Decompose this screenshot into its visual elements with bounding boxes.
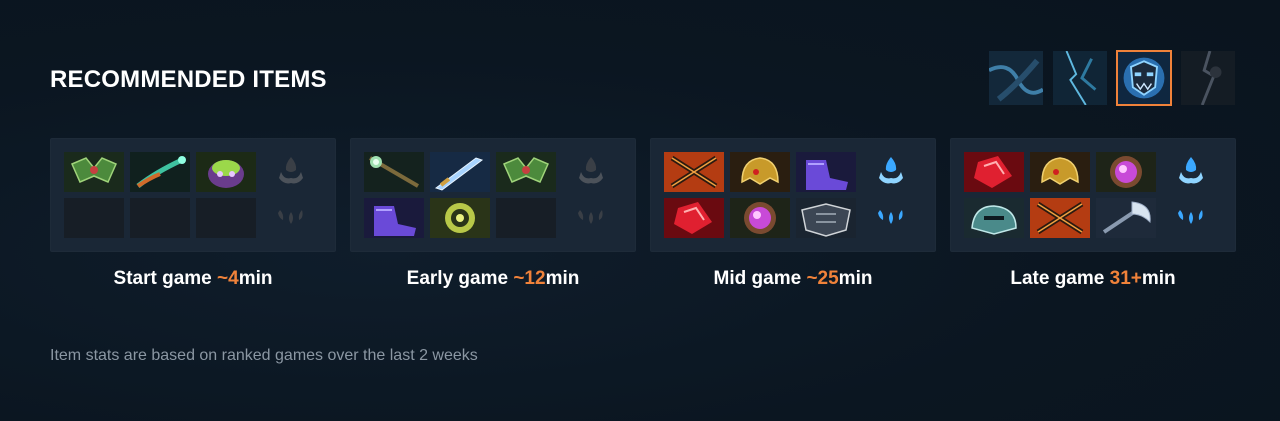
empty-item-slot: [64, 198, 124, 238]
glowing-wand-item[interactable]: [130, 152, 190, 192]
purple-mask-item[interactable]: [196, 152, 256, 192]
gold-helm-item[interactable]: [1030, 152, 1090, 192]
neutral-item-icon: [579, 157, 603, 184]
yellow-orb-item[interactable]: [430, 198, 490, 238]
item-grid: [64, 152, 256, 238]
hero-tab-2[interactable]: [1052, 50, 1108, 106]
green-helm-item[interactable]: [496, 152, 556, 192]
hero-tab-4[interactable]: [1180, 50, 1236, 106]
stage-early: Early game ~12min: [350, 138, 636, 290]
footnote: Item stats are based on ranked games ove…: [50, 347, 478, 364]
stage-label: Early game ~12min: [406, 268, 580, 289]
item-box: [950, 138, 1236, 252]
crossed-blades-item[interactable]: [664, 152, 724, 192]
red-gem-item[interactable]: [664, 198, 724, 238]
neutral-token-icon: [578, 210, 603, 224]
item-grid: [664, 152, 856, 238]
stage-panels: Start game ~4min Early game ~12min Mid g…: [50, 138, 1236, 290]
blue-sword-item[interactable]: [430, 152, 490, 192]
hero-tabs: [988, 50, 1236, 106]
pink-orb-item[interactable]: [1096, 152, 1156, 192]
neutral-token-icon: [278, 210, 303, 224]
page-title: RECOMMENDED ITEMS: [50, 66, 327, 93]
item-grid: [364, 152, 556, 238]
stage-label: Late game 31+min: [1010, 268, 1176, 289]
neutral-item-icon: [879, 157, 903, 184]
neutral-token-icon: [1178, 210, 1203, 224]
stage-start: Start game ~4min: [50, 138, 336, 290]
purple-boots-item[interactable]: [796, 152, 856, 192]
hero-tab-1[interactable]: [988, 50, 1044, 106]
empty-item-slot: [130, 198, 190, 238]
item-box: [350, 138, 636, 252]
empty-item-slot: [196, 198, 256, 238]
green-helm-item[interactable]: [64, 152, 124, 192]
purple-boots-item[interactable]: [364, 198, 424, 238]
empty-item-slot: [496, 198, 556, 238]
hero-tab-3[interactable]: [1116, 50, 1172, 106]
teal-helm-item[interactable]: [964, 198, 1024, 238]
item-box: [650, 138, 936, 252]
silver-axe-item[interactable]: [1096, 198, 1156, 238]
stage-label: Mid game ~25min: [713, 268, 873, 289]
green-staff-item[interactable]: [364, 152, 424, 192]
neutral-item-icon: [279, 157, 303, 184]
gold-helm-item[interactable]: [730, 152, 790, 192]
stage-mid: Mid game ~25min: [650, 138, 936, 290]
item-grid: [964, 152, 1156, 238]
pink-orb-item[interactable]: [730, 198, 790, 238]
stage-late: Late game 31+min: [950, 138, 1236, 290]
stage-label: Start game ~4min: [113, 268, 273, 289]
neutral-item-icon: [1179, 157, 1203, 184]
neutral-token-icon: [878, 210, 903, 224]
item-box: [50, 138, 336, 252]
red-gem-item[interactable]: [964, 152, 1024, 192]
dark-shield-item[interactable]: [796, 198, 856, 238]
crossed-blades-item[interactable]: [1030, 198, 1090, 238]
